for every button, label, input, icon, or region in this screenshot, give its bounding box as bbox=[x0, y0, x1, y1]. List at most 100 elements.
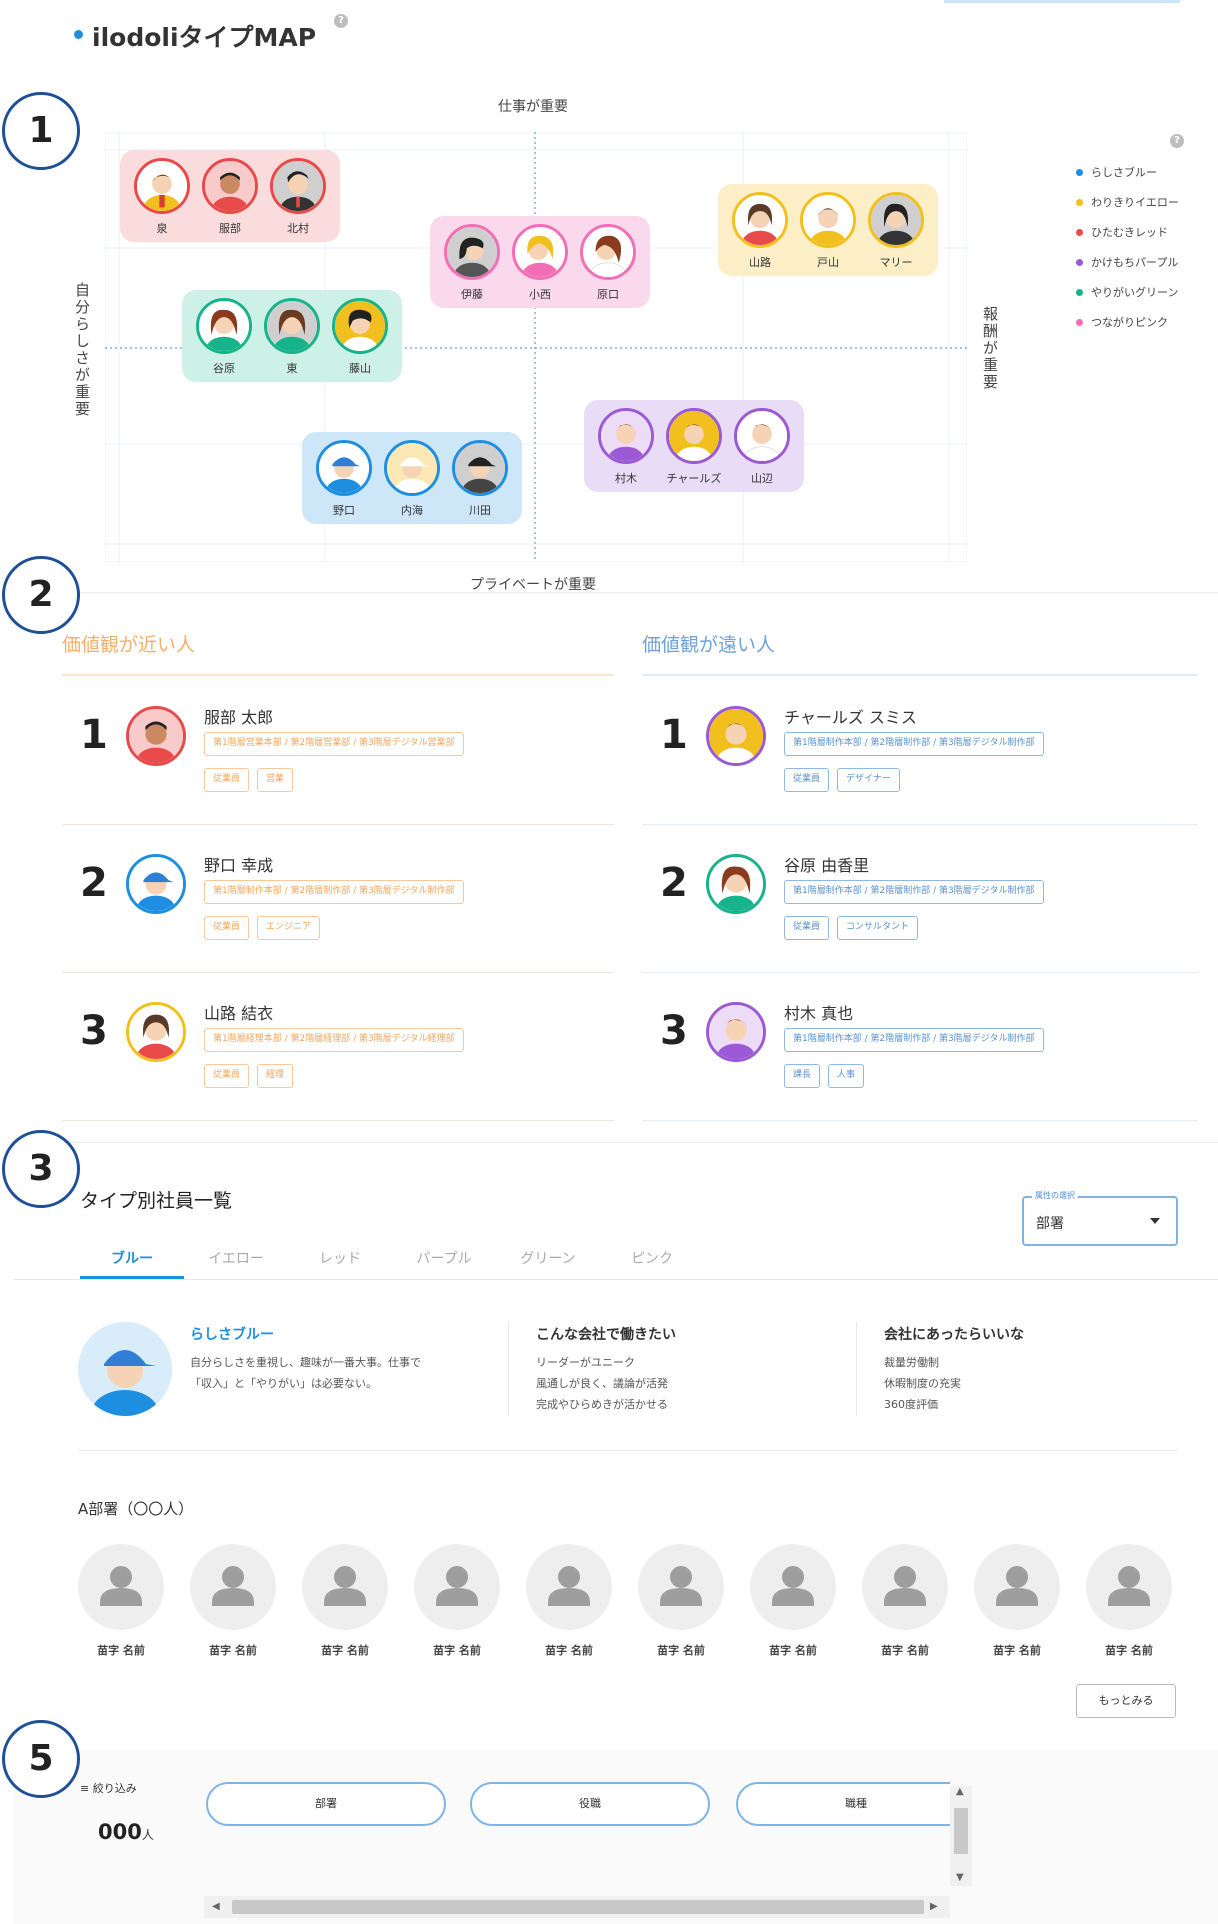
want-company-title: こんな会社で働きたい bbox=[536, 1327, 676, 1343]
dept-path-tag: 第1階層制作本部 / 第2階層制作部 / 第3階層デジタル制作部 bbox=[784, 1028, 1044, 1052]
horizontal-scroll-thumb[interactable] bbox=[232, 1900, 924, 1914]
person-avatar-icon bbox=[706, 1002, 766, 1062]
employee-card[interactable]: 苗字 名前 bbox=[1086, 1544, 1172, 1658]
tab-pink[interactable]: ピンク bbox=[600, 1248, 704, 1268]
tag-row: 従業員 コンサルタント bbox=[784, 916, 919, 940]
map-member[interactable]: 東 bbox=[264, 298, 320, 376]
map-group-blue[interactable]: 野口 内海 川田 bbox=[302, 432, 522, 524]
vertical-scroll-thumb[interactable] bbox=[954, 1808, 968, 1854]
scroll-down-icon[interactable]: ▼ bbox=[956, 1872, 964, 1883]
map-group-red[interactable]: 泉 服部 北村 bbox=[120, 150, 340, 242]
person-avatar-icon bbox=[316, 440, 372, 496]
map-member[interactable]: 村木 bbox=[598, 408, 654, 486]
legend-item: かけもちパープル bbox=[1076, 254, 1179, 270]
user-placeholder-icon bbox=[1086, 1544, 1172, 1630]
map-member[interactable]: 野口 bbox=[316, 440, 372, 518]
far-rank-row[interactable]: 2 谷原 由香里 第1階層制作本部 / 第2階層制作部 / 第3階層デジタル制作… bbox=[642, 844, 1198, 974]
scroll-right-icon[interactable]: ▶ bbox=[930, 1901, 938, 1912]
employee-card[interactable]: 苗字 名前 bbox=[302, 1544, 388, 1658]
filter-jobtype-button[interactable]: 職種 bbox=[736, 1782, 950, 1826]
map-member[interactable]: 伊藤 bbox=[444, 224, 500, 302]
person-avatar-icon bbox=[800, 192, 856, 248]
person-avatar-icon bbox=[126, 854, 186, 914]
map-member[interactable]: 川田 bbox=[452, 440, 508, 518]
legend-item: わりきりイエロー bbox=[1076, 194, 1179, 210]
tab-green[interactable]: グリーン bbox=[496, 1248, 600, 1268]
filter-department-button[interactable]: 部署 bbox=[206, 1782, 446, 1826]
tab-red[interactable]: レッド bbox=[288, 1248, 392, 1268]
employee-card[interactable]: 苗字 名前 bbox=[190, 1544, 276, 1658]
person-avatar-icon bbox=[270, 158, 326, 214]
show-more-button[interactable]: もっとみる bbox=[1076, 1684, 1176, 1718]
axis-label-right: 報酬が重要 bbox=[981, 306, 999, 391]
map-member[interactable]: 内海 bbox=[384, 440, 440, 518]
row-divider bbox=[62, 1120, 614, 1121]
person-avatar-icon bbox=[452, 440, 508, 496]
attribute-select[interactable]: 属性の選択 部署 bbox=[1022, 1190, 1178, 1246]
far-rank-row[interactable]: 1 チャールズ スミス 第1階層制作本部 / 第2階層制作部 / 第3階層デジタ… bbox=[642, 696, 1198, 826]
map-member[interactable]: 藤山 bbox=[332, 298, 388, 376]
rank-name[interactable]: チャールズ スミス bbox=[784, 704, 917, 728]
map-member[interactable]: 山辺 bbox=[734, 408, 790, 486]
employee-card[interactable]: 苗字 名前 bbox=[638, 1544, 724, 1658]
user-placeholder-icon bbox=[78, 1544, 164, 1630]
user-placeholder-icon bbox=[414, 1544, 500, 1630]
rank-name[interactable]: 服部 太郎 bbox=[204, 704, 273, 728]
job-tag: 営業 bbox=[257, 768, 294, 792]
dept-path-tag: 第1階層営業本部 / 第2階層営業部 / 第3階層デジタル営業部 bbox=[204, 732, 464, 756]
help-icon[interactable]: ? bbox=[334, 14, 348, 28]
near-rank-row[interactable]: 2 野口 幸成 第1階層制作本部 / 第2階層制作部 / 第3階層デジタル制作部… bbox=[62, 844, 614, 974]
role-tag: 従業員 bbox=[204, 916, 250, 940]
filter-position-button[interactable]: 役職 bbox=[470, 1782, 710, 1826]
map-member[interactable]: 原口 bbox=[580, 224, 636, 302]
map-member[interactable]: 服部 bbox=[202, 158, 258, 236]
rank-name[interactable]: 谷原 由香里 bbox=[784, 852, 869, 876]
map-member[interactable]: マリー bbox=[868, 192, 924, 270]
role-tag: 従業員 bbox=[784, 916, 830, 940]
scroll-up-icon[interactable]: ▲ bbox=[956, 1786, 964, 1797]
map-member[interactable]: チャールズ bbox=[666, 408, 722, 486]
rank-name[interactable]: 山路 結衣 bbox=[204, 1000, 273, 1024]
map-member[interactable]: 泉 bbox=[134, 158, 190, 236]
legend-dot bbox=[1076, 288, 1083, 296]
employee-card[interactable]: 苗字 名前 bbox=[78, 1544, 164, 1658]
employee-card[interactable]: 苗字 名前 bbox=[414, 1544, 500, 1658]
caret-down-icon bbox=[1150, 1218, 1160, 1224]
map-member[interactable]: 谷原 bbox=[196, 298, 252, 376]
person-avatar-icon bbox=[384, 440, 440, 496]
tab-purple[interactable]: パープル bbox=[392, 1248, 496, 1268]
employee-card[interactable]: 苗字 名前 bbox=[862, 1544, 948, 1658]
person-avatar-icon bbox=[706, 706, 766, 766]
tab-yellow[interactable]: イエロー bbox=[184, 1248, 288, 1268]
map-group-purple[interactable]: 村木 チャールズ 山辺 bbox=[584, 400, 804, 492]
role-tag: 従業員 bbox=[204, 1064, 250, 1088]
legend-item: つながりピンク bbox=[1076, 314, 1179, 330]
map-group-pink[interactable]: 伊藤 小西 原口 bbox=[430, 216, 650, 308]
tabs-divider bbox=[14, 1279, 1218, 1280]
map-member[interactable]: 山路 bbox=[732, 192, 788, 270]
far-rank-row[interactable]: 3 村木 真也 第1階層制作本部 / 第2階層制作部 / 第3階層デジタル制作部… bbox=[642, 992, 1198, 1122]
title-dot bbox=[74, 30, 83, 39]
employee-card[interactable]: 苗字 名前 bbox=[750, 1544, 836, 1658]
rank-name[interactable]: 野口 幸成 bbox=[204, 852, 273, 876]
map-member[interactable]: 北村 bbox=[270, 158, 326, 236]
section-marker-2: 2 bbox=[2, 556, 80, 634]
rank-name[interactable]: 村木 真也 bbox=[784, 1000, 853, 1024]
scroll-left-icon[interactable]: ◀ bbox=[212, 1901, 220, 1912]
map-help-icon[interactable]: ? bbox=[1170, 134, 1184, 148]
section-divider bbox=[16, 592, 1218, 593]
near-rank-row[interactable]: 1 服部 太郎 第1階層営業本部 / 第2階層営業部 / 第3階層デジタル営業部… bbox=[62, 696, 614, 826]
dept-path-tag: 第1階層制作本部 / 第2階層制作部 / 第3階層デジタル制作部 bbox=[784, 880, 1044, 904]
person-avatar-icon bbox=[734, 408, 790, 464]
map-group-yellow[interactable]: 山路 戸山 マリー bbox=[718, 184, 938, 276]
person-avatar-icon bbox=[264, 298, 320, 354]
role-tag: 従業員 bbox=[204, 768, 250, 792]
person-avatar-icon bbox=[706, 854, 766, 914]
near-rank-row[interactable]: 3 山路 結衣 第1階層経理本部 / 第2階層経理部 / 第3階層デジタル経理部… bbox=[62, 992, 614, 1122]
map-member[interactable]: 小西 bbox=[512, 224, 568, 302]
tab-blue[interactable]: ブルー bbox=[80, 1248, 184, 1268]
map-member[interactable]: 戸山 bbox=[800, 192, 856, 270]
map-group-green[interactable]: 谷原 東 藤山 bbox=[182, 290, 402, 382]
employee-card[interactable]: 苗字 名前 bbox=[526, 1544, 612, 1658]
employee-card[interactable]: 苗字 名前 bbox=[974, 1544, 1060, 1658]
